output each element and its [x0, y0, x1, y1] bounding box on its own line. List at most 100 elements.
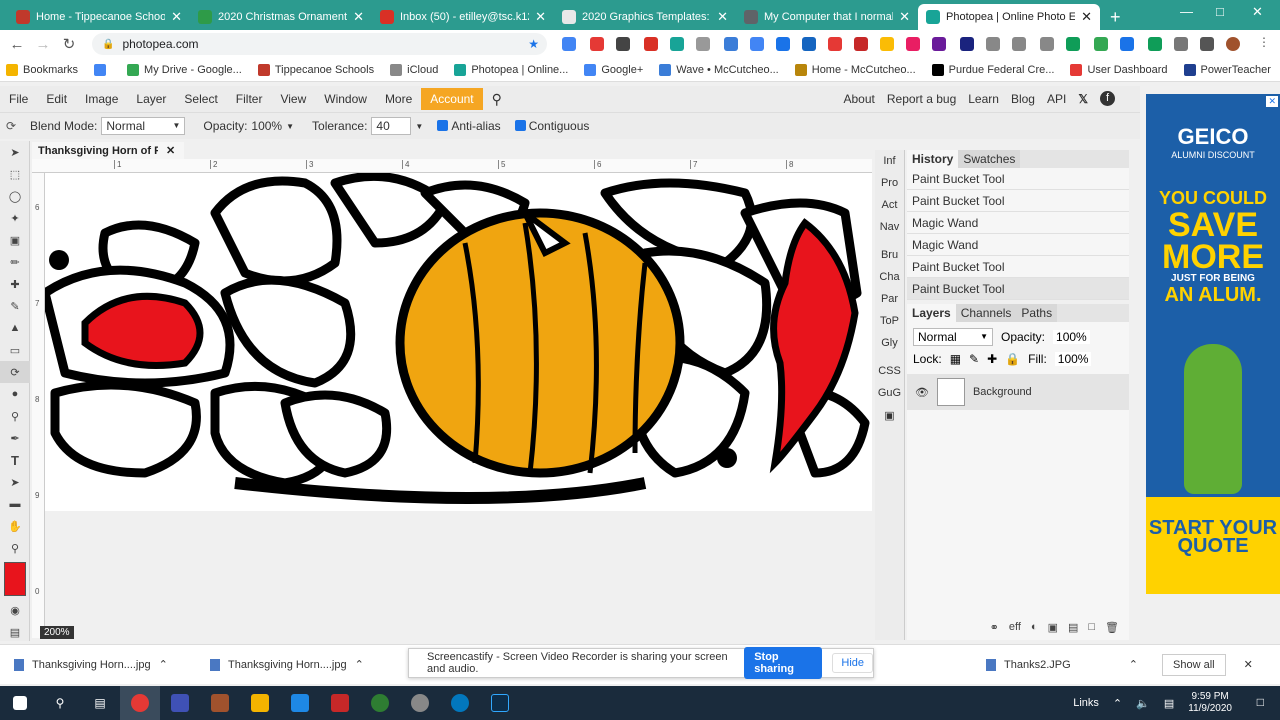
folder-icon[interactable]: ▤: [1068, 621, 1078, 634]
tab-history[interactable]: History: [907, 150, 959, 168]
panel-shortcut[interactable]: Nav: [875, 216, 904, 238]
panel-shortcut[interactable]: Gly: [875, 332, 904, 354]
close-doc-icon[interactable]: ✕: [166, 144, 175, 157]
lasso-tool-icon[interactable]: ◯: [0, 185, 30, 207]
document-tab[interactable]: Thanksgiving Horn of P ✕: [32, 142, 184, 159]
history-item[interactable]: Magic Wand: [907, 234, 1129, 256]
mask-icon[interactable]: ▣: [1048, 621, 1058, 634]
menu-item[interactable]: File: [0, 92, 37, 106]
forward-icon[interactable]: →: [30, 36, 56, 53]
extension-icon[interactable]: [1148, 37, 1162, 51]
menu-item[interactable]: Edit: [37, 92, 76, 106]
browser-tab[interactable]: 2020 Graphics Templates: 5 I ✕: [554, 4, 736, 30]
hp-icon[interactable]: [440, 686, 480, 720]
mic-icon[interactable]: [1174, 37, 1188, 51]
new-layer-icon[interactable]: □: [1088, 621, 1095, 634]
type-tool-icon[interactable]: T: [0, 449, 30, 471]
image-panel-icon[interactable]: ▣: [875, 404, 904, 426]
extension-icon[interactable]: [1040, 37, 1054, 51]
extension-icon[interactable]: [960, 37, 974, 51]
chevron-down-icon[interactable]: ▼: [286, 122, 294, 131]
chevron-up-icon[interactable]: ⌃: [159, 658, 168, 671]
network-icon[interactable]: ▤: [1164, 697, 1174, 710]
url-field[interactable]: 🔒 photopea.com ★: [92, 33, 547, 55]
advertisement[interactable]: GEICO ALUMNI DISCOUNT YOU COULD SAVE MOR…: [1146, 94, 1280, 594]
extension-icon[interactable]: [562, 37, 576, 51]
bookmark-item[interactable]: PowerTeacher: [1183, 63, 1271, 76]
extension-icon[interactable]: [616, 37, 630, 51]
bookmark-item[interactable]: User Dashboard: [1070, 63, 1168, 76]
bridge-icon[interactable]: [200, 686, 240, 720]
lock-paint-icon[interactable]: ✎: [969, 352, 979, 366]
history-item[interactable]: Magic Wand: [907, 212, 1129, 234]
trash-icon[interactable]: 🗑: [1105, 621, 1119, 634]
menu-dots-icon[interactable]: ⋮: [1258, 35, 1270, 49]
close-tab-icon[interactable]: ✕: [717, 9, 728, 25]
extension-icon[interactable]: [590, 37, 604, 51]
foreground-color[interactable]: [4, 562, 26, 596]
extension-icon[interactable]: [854, 37, 868, 51]
chevron-up-icon[interactable]: ⌃: [1129, 658, 1138, 671]
zoom-level[interactable]: 200%: [40, 626, 74, 639]
brush-tool-icon[interactable]: ✎: [0, 295, 30, 317]
bookmark-item[interactable]: Purdue Federal Cre...: [931, 63, 1054, 76]
browser-tab[interactable]: 2020 Christmas Ornaments ✕: [190, 4, 372, 30]
hide-button[interactable]: Hide: [832, 653, 873, 673]
app-icon[interactable]: [360, 686, 400, 720]
right-menu-item[interactable]: Blog: [1011, 92, 1035, 106]
extension-icon[interactable]: [932, 37, 946, 51]
fill-value[interactable]: 100%: [1054, 352, 1092, 366]
star-icon[interactable]: ★: [528, 37, 539, 51]
app-icon[interactable]: [320, 686, 360, 720]
dodge-tool-icon[interactable]: ⚲: [0, 405, 30, 427]
panel-shortcut[interactable]: CSS: [875, 360, 904, 382]
panel-shortcut[interactable]: Inf: [875, 150, 904, 172]
photoshop-icon[interactable]: [480, 686, 520, 720]
ad-cta[interactable]: START YOUR QUOTE: [1146, 497, 1280, 594]
canvas-area[interactable]: [40, 171, 872, 638]
blend-mode-select[interactable]: Normal ▼: [101, 117, 186, 135]
extension-icon[interactable]: [776, 37, 790, 51]
right-menu-item[interactable]: Report a bug: [887, 92, 956, 106]
task-view-icon[interactable]: ▤: [80, 686, 120, 720]
stop-sharing-button[interactable]: Stop sharing: [744, 647, 823, 679]
download-item[interactable]: Thanksgiving Horn....jpg ⌃: [196, 658, 392, 671]
move-tool-icon[interactable]: ➤: [0, 141, 30, 163]
artwork-canvas[interactable]: [40, 171, 872, 638]
shape-tool-icon[interactable]: ▬: [0, 493, 30, 515]
history-item[interactable]: Paint Bucket Tool: [907, 256, 1129, 278]
quick-mask-icon[interactable]: ◉: [0, 599, 30, 621]
bookmark-item[interactable]: Bookmarks: [6, 63, 78, 76]
close-tab-icon[interactable]: ✕: [899, 9, 910, 25]
hand-tool-icon[interactable]: ✋: [0, 515, 30, 537]
history-item[interactable]: Paint Bucket Tool: [907, 278, 1129, 300]
right-menu-item[interactable]: About: [844, 92, 875, 106]
tolerance-input[interactable]: 40: [371, 117, 412, 135]
panel-shortcut[interactable]: Act: [875, 194, 904, 216]
tab-channels[interactable]: Channels: [955, 304, 1017, 322]
notification-icon[interactable]: □: [1257, 695, 1264, 709]
dropbox-icon[interactable]: [280, 686, 320, 720]
eraser-tool-icon[interactable]: ▭: [0, 339, 30, 361]
search-icon[interactable]: ⚲: [483, 91, 511, 108]
bookmark-item[interactable]: Tippecanoe Schools: [257, 63, 374, 76]
lock-transparency-icon[interactable]: ▦: [950, 352, 961, 366]
download-item[interactable]: Thanksgiving Horn....jpg ⌃: [0, 658, 196, 671]
extension-icon[interactable]: [1094, 37, 1108, 51]
close-window-icon[interactable]: ✕: [1252, 4, 1263, 20]
chevron-up-icon[interactable]: ⌃: [355, 658, 364, 671]
extension-icon[interactable]: [696, 37, 710, 51]
adjustment-icon[interactable]: ◐: [1031, 621, 1038, 634]
crop-tool-icon[interactable]: ▣: [0, 229, 30, 251]
extension-icon[interactable]: [828, 37, 842, 51]
extension-icon[interactable]: [1120, 37, 1134, 51]
clock[interactable]: 9:59 PM 11/9/2020: [1188, 691, 1232, 715]
screen-mode-icon[interactable]: ▤: [0, 621, 30, 643]
extension-icon[interactable]: [670, 37, 684, 51]
panel-shortcut[interactable]: Pro: [875, 172, 904, 194]
tab-layers[interactable]: Layers: [907, 304, 956, 322]
opacity-value[interactable]: 100%: [251, 119, 282, 133]
contiguous-checkbox[interactable]: Contiguous: [514, 119, 589, 133]
close-downloads-icon[interactable]: ✕: [1244, 658, 1253, 671]
healing-tool-icon[interactable]: ✚: [0, 273, 30, 295]
